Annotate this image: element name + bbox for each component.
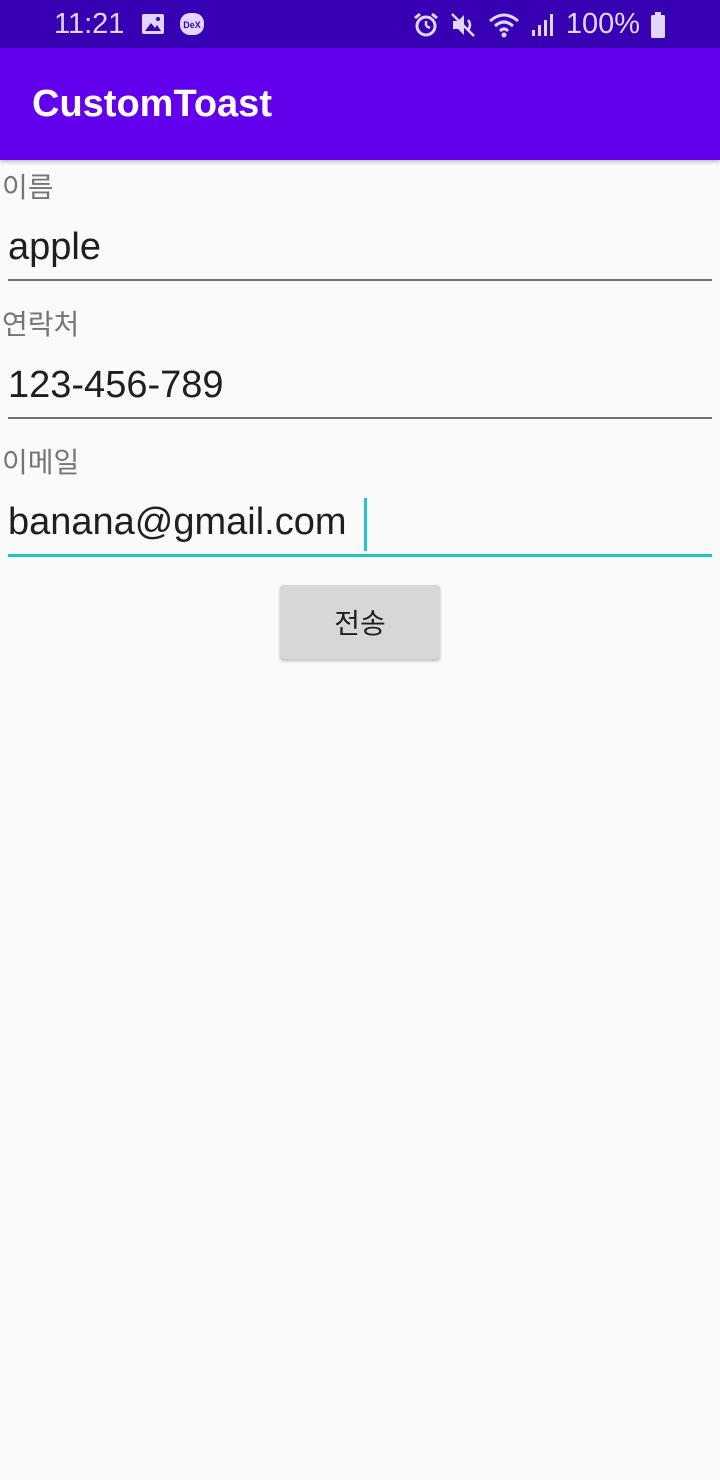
battery-icon [650, 11, 666, 39]
battery-percent: 100% [565, 8, 640, 40]
app-title: CustomToast [32, 83, 272, 125]
status-time: 11:21 [54, 8, 125, 40]
text-caret [364, 498, 367, 551]
dex-label: DeX [183, 20, 201, 30]
status-bar: 11:21 DeX 100% [0, 0, 720, 48]
name-label: 이름 [2, 171, 54, 204]
wifi-icon [488, 11, 520, 39]
mute-icon [450, 11, 478, 39]
phone-label: 연락처 [2, 308, 80, 341]
phone-field[interactable] [8, 359, 712, 419]
dex-icon: DeX [179, 12, 205, 36]
app-bar: CustomToast [0, 48, 720, 160]
signal-icon [530, 12, 556, 38]
alarm-icon [412, 11, 440, 39]
send-button[interactable]: 전송 [280, 585, 440, 659]
name-field[interactable] [8, 221, 712, 281]
image-icon [141, 13, 165, 35]
email-field[interactable] [8, 497, 712, 557]
status-left-icons: DeX [141, 12, 205, 36]
status-right-icons: 100% [412, 8, 666, 41]
email-label: 이메일 [2, 446, 80, 479]
